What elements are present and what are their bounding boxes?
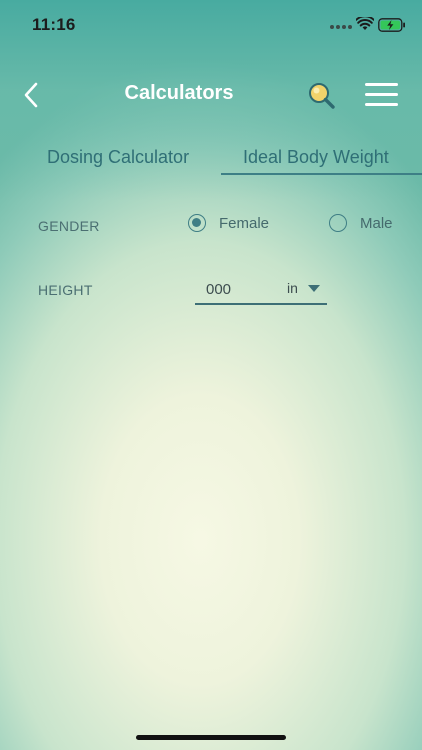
radio-label-male: Male bbox=[360, 214, 393, 232]
selected-tab-indicator bbox=[221, 173, 422, 175]
height-field-underline bbox=[195, 303, 327, 305]
radio-unchecked-icon bbox=[329, 214, 347, 232]
navigation-bar: Calculators bbox=[0, 60, 422, 130]
radio-label-female: Female bbox=[219, 214, 270, 232]
search-icon bbox=[309, 83, 335, 109]
height-unit-value: in bbox=[287, 280, 298, 296]
search-button[interactable] bbox=[305, 80, 337, 112]
radio-checked-icon bbox=[188, 214, 206, 232]
battery-charging-icon bbox=[378, 18, 405, 32]
calculator-tabs: Dosing Calculator Ideal Body Weight bbox=[0, 140, 422, 180]
height-unit-select[interactable]: in bbox=[280, 276, 326, 302]
gender-radio-female[interactable]: Female bbox=[188, 214, 269, 232]
status-bar: 11:16 bbox=[0, 0, 422, 50]
chevron-down-icon bbox=[308, 285, 320, 292]
height-label: HEIGHT bbox=[38, 282, 93, 298]
gender-radio-male[interactable]: Male bbox=[329, 214, 393, 232]
gender-label: GENDER bbox=[38, 218, 100, 234]
height-input[interactable] bbox=[195, 276, 275, 302]
tab-dosing-calculator[interactable]: Dosing Calculator bbox=[47, 147, 189, 183]
wifi-icon bbox=[356, 17, 374, 30]
status-time: 11:16 bbox=[32, 15, 76, 34]
home-indicator bbox=[136, 735, 286, 740]
menu-button[interactable] bbox=[363, 81, 401, 109]
cellular-signal-icon bbox=[330, 25, 352, 29]
tab-ideal-body-weight[interactable]: Ideal Body Weight bbox=[243, 147, 389, 183]
